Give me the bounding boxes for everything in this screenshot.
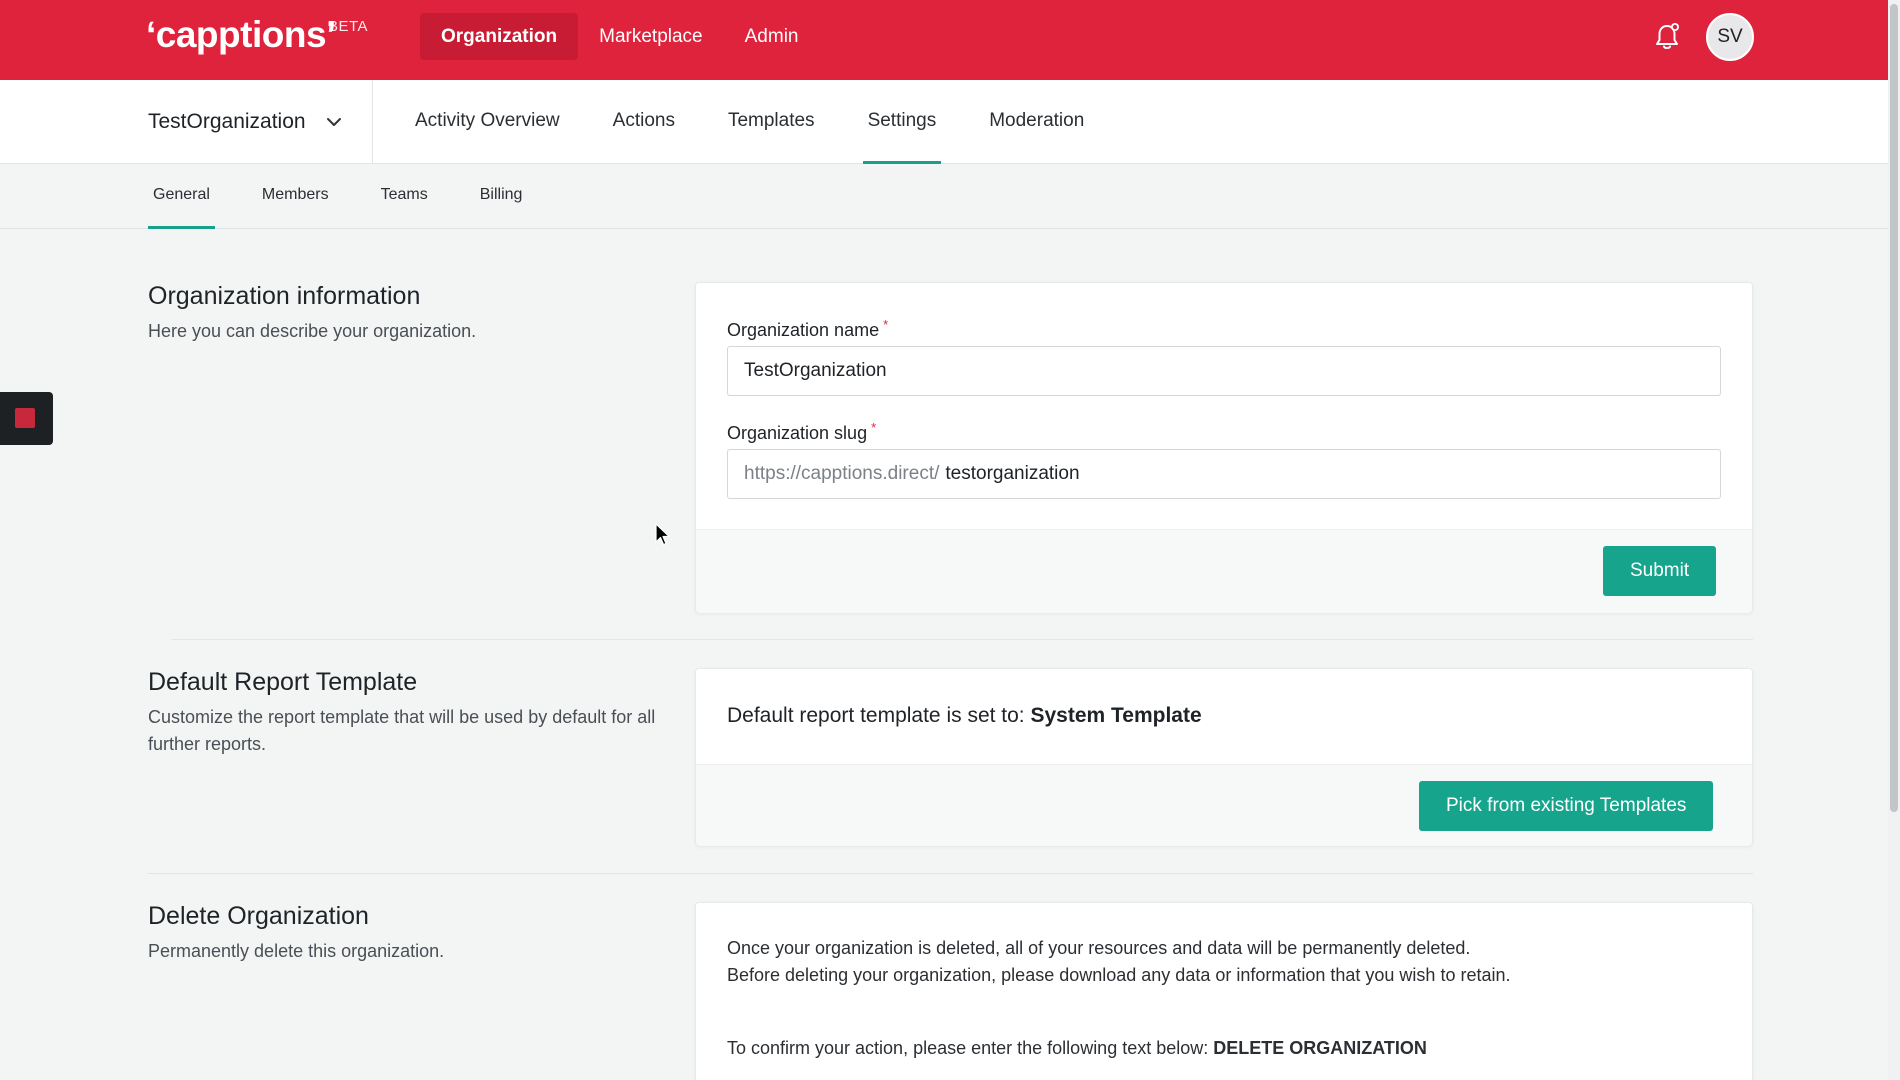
organization-name: TestOrganization <box>148 110 306 133</box>
topnav-admin[interactable]: Admin <box>724 13 820 60</box>
recording-widget[interactable] <box>0 392 53 445</box>
org-slug-label: Organization slug * <box>727 420 876 444</box>
mouse-cursor-icon <box>655 523 670 546</box>
default-template-card: Default report template is set to: Syste… <box>695 668 1753 846</box>
tab-billing[interactable]: Billing <box>475 164 528 229</box>
default-template-status-value: System Template <box>1030 704 1202 727</box>
org-slug-label-text: Organization slug <box>727 423 868 443</box>
org-slug-input[interactable]: https://capptions.direct/ testorganizati… <box>727 449 1721 499</box>
org-info-description: Here you can describe your organization. <box>148 321 477 341</box>
org-name-input[interactable]: TestOrganization <box>727 346 1721 396</box>
default-template-title: Default Report Template <box>148 668 418 696</box>
subnav-moderation[interactable]: Moderation <box>984 80 1089 164</box>
topnav-marketplace[interactable]: Marketplace <box>578 13 724 60</box>
chevron-down-icon <box>326 118 341 126</box>
default-template-card-footer: Pick from existing Templates <box>696 764 1752 846</box>
organization-selector[interactable]: TestOrganization <box>148 80 373 164</box>
org-name-label-text: Organization name <box>727 320 880 340</box>
org-info-card: Organization name * TestOrganization Orga… <box>695 282 1753 613</box>
stop-icon <box>15 408 35 428</box>
delete-org-title: Delete Organization <box>148 902 369 930</box>
section-nav: Activity Overview Actions Templates Sett… <box>410 80 1132 164</box>
submit-button[interactable]: Submit <box>1603 546 1717 596</box>
secondary-nav-bar: TestOrganization Activity Overview Actio… <box>0 80 1900 164</box>
subnav-activity-overview[interactable]: Activity Overview <box>410 80 565 164</box>
tab-members[interactable]: Members <box>257 164 334 229</box>
top-nav: Organization Marketplace Admin <box>420 13 819 60</box>
beta-badge: BETA <box>328 18 369 35</box>
org-info-title: Organization information <box>148 282 421 310</box>
default-template-status-prefix: Default report template is set to: <box>727 704 1031 727</box>
required-mark: * <box>871 420 877 435</box>
top-bar: ‘capptions’ BETA Organization Marketplac… <box>0 0 1900 80</box>
section-divider <box>148 873 1753 874</box>
bell-icon[interactable] <box>1653 22 1681 52</box>
settings-tabs-bar: General Members Teams Billing <box>0 164 1900 229</box>
org-name-label: Organization name * <box>727 317 888 341</box>
delete-org-card: Once your organization is deleted, all o… <box>695 902 1753 1080</box>
delete-org-confirm-prefix: To confirm your action, please enter the… <box>727 1038 1214 1058</box>
settings-tabs: General Members Teams Billing <box>148 164 569 229</box>
required-mark: * <box>883 317 889 332</box>
subnav-actions[interactable]: Actions <box>608 80 680 164</box>
delete-org-confirm-text: DELETE ORGANIZATION <box>1213 1038 1427 1058</box>
org-slug-value: testorganization <box>945 463 1080 484</box>
scrollbar-thumb[interactable] <box>1890 4 1898 812</box>
tab-teams[interactable]: Teams <box>376 164 433 229</box>
delete-org-confirm-instruction: To confirm your action, please enter the… <box>727 1035 1727 1062</box>
avatar[interactable]: SV <box>1706 13 1754 61</box>
delete-org-description: Permanently delete this organization. <box>148 941 445 961</box>
org-info-card-footer: Submit <box>696 529 1752 613</box>
org-name-value: TestOrganization <box>744 360 887 381</box>
slug-url-prefix: https://capptions.direct/ <box>744 463 940 484</box>
topnav-organization[interactable]: Organization <box>420 13 579 60</box>
subnav-templates[interactable]: Templates <box>723 80 820 164</box>
subnav-settings[interactable]: Settings <box>862 80 942 164</box>
tab-general[interactable]: General <box>148 164 215 229</box>
section-divider <box>172 639 1753 640</box>
capptions-logo[interactable]: ‘capptions’ <box>146 14 336 56</box>
delete-org-warning: Once your organization is deleted, all o… <box>727 938 1511 985</box>
default-template-status: Default report template is set to: Syste… <box>727 704 1202 728</box>
default-template-description: Customize the report template that will … <box>148 707 656 754</box>
pick-template-button[interactable]: Pick from existing Templates <box>1419 781 1714 831</box>
